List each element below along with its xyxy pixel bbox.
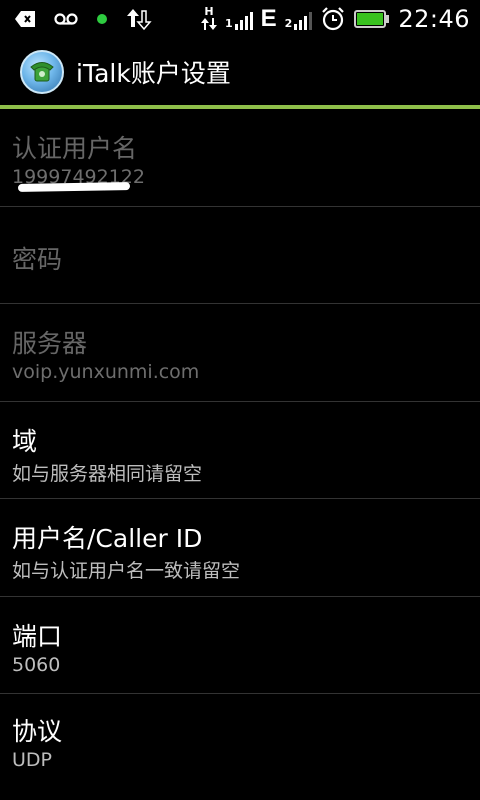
data-transfer-icon (126, 7, 152, 31)
setting-auth-username[interactable]: 认证用户名 19997492122 (0, 109, 480, 207)
battery-icon (354, 9, 390, 29)
clock-time: 22:46 (398, 5, 470, 33)
alarm-icon (320, 6, 346, 32)
setting-value: 如与服务器相同请留空 (12, 463, 203, 485)
setting-port[interactable]: 端口 5060 (0, 597, 480, 694)
sim2-label: 2 (284, 17, 293, 30)
signal-h-icon: H (201, 5, 217, 30)
status-bar: H 1 E 2 22:46 (0, 0, 480, 38)
italk-phone-icon (20, 50, 64, 94)
setting-label: 域 (12, 427, 38, 456)
setting-protocol[interactable]: 协议 UDP (0, 694, 480, 794)
sim1-label: 1 (225, 17, 233, 30)
setting-label: 端口 (12, 622, 63, 651)
page-title: iTalk账户设置 (76, 59, 231, 88)
setting-label: 认证用户名 (12, 134, 138, 163)
network-type-label: H (204, 4, 214, 18)
setting-label: 协议 (12, 717, 63, 746)
settings-list: 认证用户名 19997492122 密码 服务器 voip.yunxunmi.c… (0, 109, 480, 794)
app-title-bar: iTalk账户设置 (0, 38, 480, 106)
setting-label: 密码 (12, 245, 63, 274)
setting-value: 5060 (12, 654, 61, 676)
setting-server[interactable]: 服务器 voip.yunxunmi.com (0, 304, 480, 402)
setting-caller-id[interactable]: 用户名/Caller ID 如与认证用户名一致请留空 (0, 499, 480, 597)
green-dot-icon (96, 13, 108, 25)
setting-value: UDP (12, 749, 52, 771)
sim1-signal-icon: 1 (225, 8, 253, 30)
setting-label: 服务器 (12, 329, 88, 358)
signal-e-icon: E (261, 5, 277, 33)
setting-value: voip.yunxunmi.com (12, 361, 200, 383)
voicemail-icon (54, 12, 78, 26)
sim2-signal-icon: 2 (285, 8, 313, 30)
setting-label: 用户名/Caller ID (12, 524, 203, 553)
redaction-mark (17, 182, 131, 192)
back-key-icon (14, 10, 36, 28)
setting-password[interactable]: 密码 (0, 207, 480, 304)
e-label: E (260, 5, 277, 32)
setting-domain[interactable]: 域 如与服务器相同请留空 (0, 402, 480, 499)
setting-value: 如与认证用户名一致请留空 (12, 560, 241, 582)
